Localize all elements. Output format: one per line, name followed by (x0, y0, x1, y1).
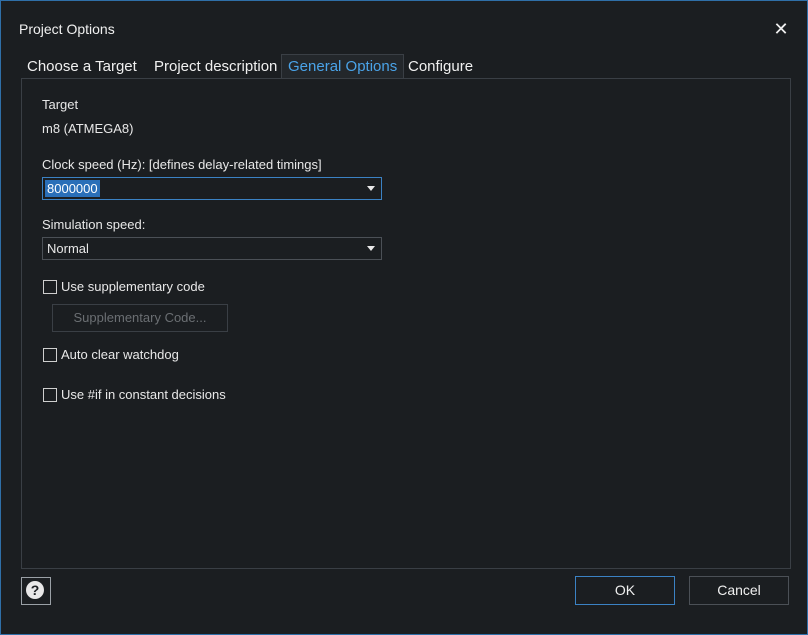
ok-button[interactable]: OK (575, 576, 675, 605)
auto-clear-watchdog-checkbox[interactable] (43, 348, 57, 362)
simulation-speed-value: Normal (47, 241, 89, 256)
chevron-down-icon[interactable] (367, 186, 375, 191)
title-bar[interactable]: Project Options ✕ (1, 1, 807, 43)
tab-choose-target[interactable]: Choose a Target (21, 55, 143, 78)
use-if-constant-decisions-checkbox[interactable] (43, 388, 57, 402)
target-value: m8 (ATMEGA8) (42, 121, 134, 136)
use-supplementary-code-checkbox[interactable] (43, 280, 57, 294)
supplementary-code-button: Supplementary Code... (52, 304, 228, 332)
clock-speed-combo[interactable]: 8000000 (42, 177, 382, 200)
chevron-down-icon[interactable] (367, 246, 375, 251)
clock-speed-label: Clock speed (Hz): [defines delay-related… (42, 157, 322, 172)
close-icon[interactable]: ✕ (771, 19, 791, 39)
simulation-speed-combo[interactable]: Normal (42, 237, 382, 260)
window-title: Project Options (19, 21, 115, 37)
cancel-button[interactable]: Cancel (689, 576, 789, 605)
target-label: Target (42, 97, 79, 112)
clock-speed-value[interactable]: 8000000 (45, 180, 100, 197)
tab-general-options[interactable]: General Options (281, 54, 405, 79)
auto-clear-watchdog-label[interactable]: Auto clear watchdog (61, 347, 179, 362)
tab-configure[interactable]: Configure (402, 55, 479, 78)
help-button[interactable]: ? (21, 577, 51, 605)
use-supplementary-code-label[interactable]: Use supplementary code (61, 279, 205, 294)
general-options-panel: Target m8 (ATMEGA8) Clock speed (Hz): [d… (21, 78, 791, 569)
project-options-dialog: Project Options ✕ Choose a Target Projec… (0, 0, 808, 635)
help-icon: ? (26, 581, 44, 599)
simulation-speed-label: Simulation speed: (42, 217, 146, 232)
tab-project-description[interactable]: Project description (148, 55, 283, 78)
use-if-constant-decisions-label[interactable]: Use #if in constant decisions (61, 387, 226, 402)
